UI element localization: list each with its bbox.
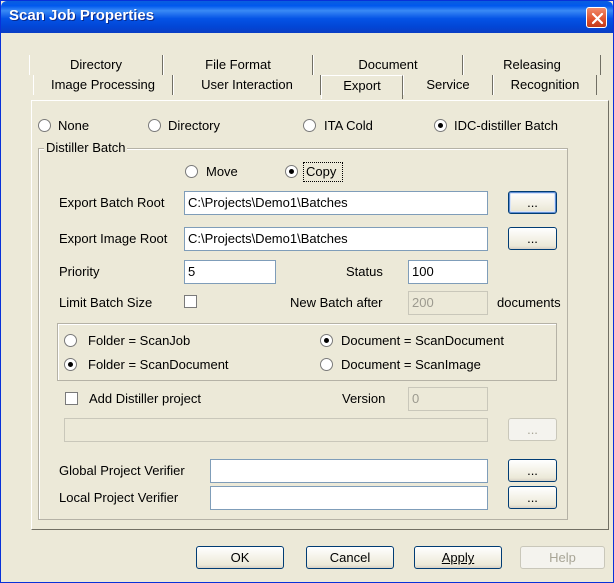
- close-button[interactable]: [586, 7, 607, 28]
- radio-document-scandocument[interactable]: [320, 334, 333, 347]
- export-batch-root-label: Export Batch Root: [59, 195, 165, 210]
- tab-image-processing[interactable]: Image Processing: [33, 75, 173, 95]
- version-label: Version: [342, 391, 386, 406]
- cancel-button[interactable]: Cancel: [306, 546, 394, 569]
- distiller-batch-caption: Distiller Batch: [44, 140, 128, 156]
- local-project-verifier-input[interactable]: [210, 486, 488, 510]
- radio-document-scandocument-label[interactable]: Document = ScanDocument: [341, 333, 504, 349]
- title-bar[interactable]: Scan Job Properties: [1, 1, 613, 33]
- radio-document-scanimage[interactable]: [320, 358, 333, 371]
- radio-none[interactable]: [38, 119, 51, 132]
- radio-move[interactable]: [185, 165, 198, 178]
- local-project-verifier-label: Local Project Verifier: [59, 490, 179, 505]
- global-project-verifier-input[interactable]: [210, 459, 488, 483]
- window-title: Scan Job Properties: [9, 7, 155, 24]
- radio-directory[interactable]: [148, 119, 161, 132]
- radio-idc-distiller-batch-label[interactable]: IDC-distiller Batch: [454, 118, 558, 134]
- tab-directory[interactable]: Directory: [29, 55, 163, 75]
- close-icon: [591, 12, 604, 25]
- radio-none-label[interactable]: None: [58, 118, 89, 134]
- radio-folder-scanjob[interactable]: [64, 334, 77, 347]
- limit-batch-size-checkbox[interactable]: [184, 295, 197, 308]
- apply-button[interactable]: Apply: [414, 546, 502, 569]
- add-distiller-project-label[interactable]: Add Distiller project: [89, 391, 201, 407]
- tab-user-interaction[interactable]: User Interaction: [173, 75, 321, 95]
- export-image-root-input[interactable]: C:\Projects\Demo1\Batches: [184, 227, 488, 251]
- radio-idc-distiller-batch[interactable]: [434, 119, 447, 132]
- radio-ita-cold[interactable]: [303, 119, 316, 132]
- global-project-verifier-label: Global Project Verifier: [59, 463, 185, 478]
- version-input[interactable]: 0: [408, 387, 488, 411]
- export-tab-panel: None Directory ITA Cold IDC-distiller Ba…: [31, 100, 609, 530]
- radio-copy[interactable]: [285, 165, 298, 178]
- help-button[interactable]: Help: [520, 546, 605, 569]
- tab-file-format[interactable]: File Format: [163, 55, 313, 75]
- status-label: Status: [346, 264, 383, 279]
- local-project-verifier-browse-button[interactable]: ...: [508, 486, 557, 509]
- dialog-window: Scan Job Properties Directory File Forma…: [0, 0, 614, 583]
- priority-label: Priority: [59, 264, 100, 279]
- tab-document[interactable]: Document: [313, 55, 463, 75]
- tab-strip: Directory File Format Document Releasing…: [1, 33, 613, 103]
- export-batch-root-browse-button[interactable]: ...: [508, 191, 557, 214]
- radio-document-scanimage-label[interactable]: Document = ScanImage: [341, 357, 481, 373]
- add-distiller-project-checkbox[interactable]: [65, 392, 78, 405]
- tab-export[interactable]: Export: [321, 75, 403, 99]
- radio-folder-scandocument[interactable]: [64, 358, 77, 371]
- tab-releasing[interactable]: Releasing: [463, 55, 601, 75]
- radio-directory-label[interactable]: Directory: [168, 118, 220, 134]
- export-image-root-browse-button[interactable]: ...: [508, 227, 557, 250]
- limit-batch-size-label: Limit Batch Size: [59, 295, 153, 310]
- status-input[interactable]: 100: [408, 260, 488, 284]
- distiller-project-path-input[interactable]: [64, 418, 488, 442]
- export-image-root-label: Export Image Root: [59, 231, 168, 246]
- radio-move-label[interactable]: Move: [206, 164, 238, 180]
- priority-input[interactable]: 5: [184, 260, 276, 284]
- export-batch-root-input[interactable]: C:\Projects\Demo1\Batches: [184, 191, 488, 215]
- documents-label: documents: [497, 295, 561, 310]
- distiller-project-browse-button[interactable]: ...: [508, 418, 557, 441]
- tab-recognition[interactable]: Recognition: [493, 75, 597, 95]
- tab-service[interactable]: Service: [403, 75, 493, 95]
- radio-copy-label[interactable]: Copy: [306, 164, 336, 180]
- radio-folder-scandocument-label[interactable]: Folder = ScanDocument: [88, 357, 229, 373]
- new-batch-after-input[interactable]: 200: [408, 291, 488, 315]
- new-batch-after-label: New Batch after: [290, 295, 383, 310]
- global-project-verifier-browse-button[interactable]: ...: [508, 459, 557, 482]
- radio-ita-cold-label[interactable]: ITA Cold: [324, 118, 373, 134]
- ok-button[interactable]: OK: [196, 546, 284, 569]
- radio-folder-scanjob-label[interactable]: Folder = ScanJob: [88, 333, 190, 349]
